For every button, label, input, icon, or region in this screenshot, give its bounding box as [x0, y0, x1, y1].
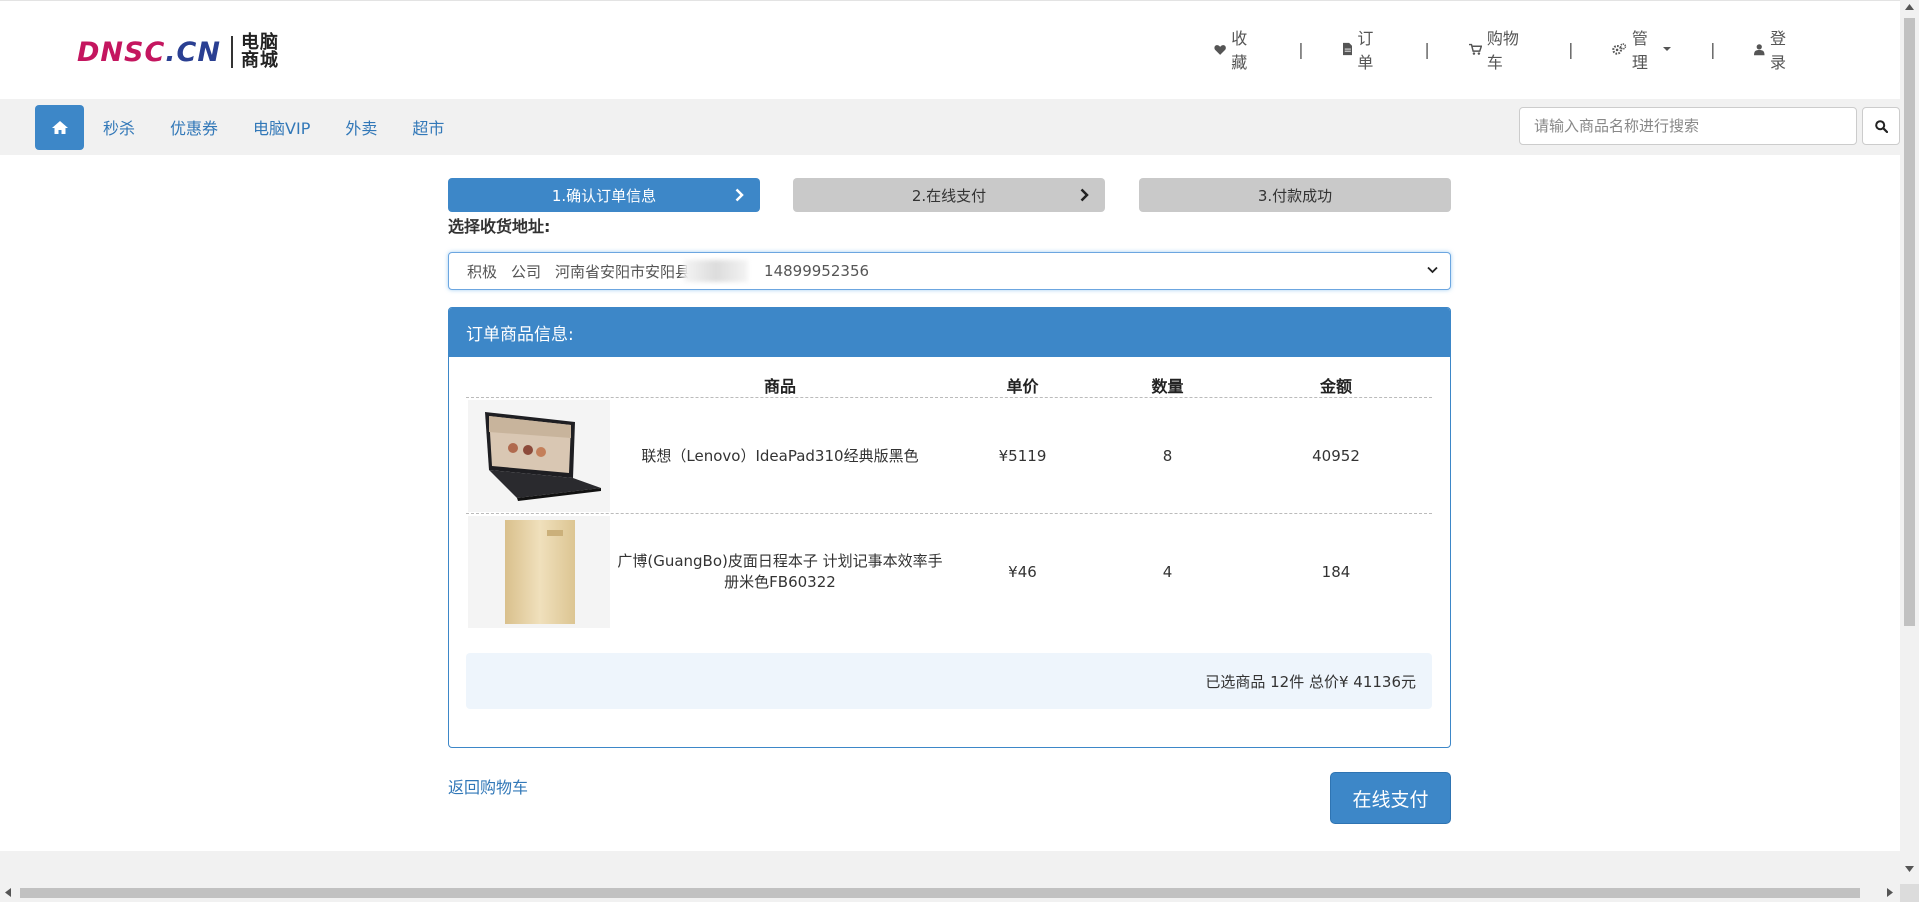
notebook-icon: [505, 520, 575, 624]
horizontal-scrollbar[interactable]: [0, 884, 1900, 902]
vertical-scroll-thumb[interactable]: [1904, 18, 1915, 626]
home-icon: [51, 121, 68, 134]
step-confirm-order: 1.确认订单信息: [448, 178, 760, 212]
search-button[interactable]: [1862, 107, 1900, 145]
logo-cn: 电脑 商城: [241, 34, 279, 70]
vertical-scrollbar[interactable]: [1900, 0, 1919, 884]
product-quantity: 4: [1162, 562, 1173, 581]
address-select[interactable]: 积极 公司 河南省安阳市安阳县 14899952356: [448, 252, 1451, 290]
favorites-link[interactable]: 收藏: [1214, 25, 1259, 73]
address-label: 选择收货地址:: [448, 217, 551, 236]
address-name: 积极: [467, 262, 498, 281]
site-logo[interactable]: DNSC.CN 电脑 商城: [77, 34, 279, 70]
page: DNSC.CN 电脑 商城 收藏 | 订单 | 购物车 | 管理 | 登录 秒杀…: [0, 0, 1900, 884]
logo-part2: .CN: [165, 36, 221, 68]
table-row: 联想（Lenovo）IdeaPad310经典版黑色 ¥5119 8 40952: [466, 398, 1432, 514]
cart-icon: [1468, 43, 1482, 55]
header-product: 商品: [763, 377, 796, 396]
step-label: 3.付款成功: [1257, 186, 1333, 205]
menu-item-coupons[interactable]: 优惠券: [170, 115, 218, 139]
top-nav: 收藏 | 订单 | 购物车 | 管理 | 登录: [1214, 29, 1900, 72]
manage-label: 管理: [1631, 29, 1648, 72]
product-quantity: 8: [1162, 446, 1173, 465]
checkout-steps: 1.确认订单信息 2.在线支付 3.付款成功: [448, 178, 1451, 212]
scrollbar-corner: [1900, 884, 1919, 902]
menu-item-pc-vip[interactable]: 电脑VIP: [253, 115, 310, 139]
chevron-down-icon: [1427, 266, 1438, 274]
header-quantity: 数量: [1151, 377, 1184, 396]
cart-label: 购物车: [1486, 29, 1519, 72]
cart-link[interactable]: 购物车: [1468, 25, 1529, 73]
header-price: 单价: [1006, 377, 1039, 396]
product-price: ¥5119: [998, 446, 1047, 465]
scroll-left-icon[interactable]: [5, 888, 11, 897]
orders-label: 订单: [1357, 29, 1374, 72]
orders-link[interactable]: 订单: [1342, 25, 1386, 73]
logo-divider: [230, 36, 233, 68]
table-header: 商品 单价 数量 金额: [466, 373, 1432, 398]
nav-separator: |: [1710, 39, 1716, 59]
file-icon: [1342, 42, 1353, 56]
favorites-label: 收藏: [1231, 29, 1248, 72]
user-icon: [1754, 43, 1765, 55]
product-name[interactable]: 联想（Lenovo）IdeaPad310经典版黑色: [610, 398, 950, 514]
home-button[interactable]: [35, 105, 84, 150]
order-summary: 已选商品 12件 总价¥ 41136元: [466, 653, 1432, 709]
panel-title: 订单商品信息:: [449, 308, 1450, 357]
address-location: 河南省安阳市安阳县: [555, 262, 691, 281]
menu-item-takeout[interactable]: 外卖: [345, 115, 377, 139]
caret-down-icon: [1663, 47, 1672, 51]
back-to-cart-link[interactable]: 返回购物车: [448, 774, 528, 798]
scroll-up-icon[interactable]: [1905, 4, 1914, 10]
nav-separator: |: [1568, 39, 1574, 59]
manage-dropdown[interactable]: 管理: [1612, 25, 1672, 73]
step-label: 1.确认订单信息: [551, 186, 657, 205]
gears-icon: [1612, 43, 1627, 55]
menu-bar: 秒杀 优惠券 电脑VIP 外卖 超市: [0, 99, 1900, 155]
search-icon: [1874, 119, 1888, 133]
product-image[interactable]: [468, 400, 610, 512]
product-amount: 40952: [1312, 446, 1360, 465]
search-input[interactable]: [1519, 107, 1857, 145]
logo-cn-line2: 商城: [240, 50, 279, 71]
login-link[interactable]: 登录: [1754, 25, 1798, 73]
scroll-down-icon[interactable]: [1905, 866, 1914, 872]
header-amount: 金额: [1319, 377, 1352, 396]
chevron-right-icon: [735, 188, 744, 202]
nav-separator: |: [1298, 39, 1304, 59]
pay-online-button[interactable]: 在线支付: [1330, 772, 1451, 824]
address-company: 公司: [511, 262, 542, 281]
heart-icon: [1214, 44, 1226, 55]
menu-item-supermarket[interactable]: 超市: [412, 115, 444, 139]
footer: [0, 851, 1900, 884]
product-name[interactable]: 广博(GuangBo)皮面日程本子 计划记事本效率手册米色FB60322: [610, 514, 950, 630]
logo-part1: DNSC: [77, 36, 166, 68]
header: DNSC.CN 电脑 商城 收藏 | 订单 | 购物车 | 管理 | 登录: [0, 1, 1900, 99]
menu-links: 秒杀 优惠券 电脑VIP 外卖 超市: [103, 99, 479, 155]
address-phone: 14899952356: [764, 262, 870, 280]
step-online-payment: 2.在线支付: [793, 178, 1105, 212]
redacted-area: [684, 260, 749, 282]
scroll-right-icon[interactable]: [1887, 888, 1893, 897]
order-items-panel: 订单商品信息: 商品 单价 数量 金额 联想（Lenovo）IdeaPad310…: [448, 307, 1451, 748]
laptop-icon: [485, 412, 601, 501]
logo-text: DNSC.CN: [77, 37, 221, 68]
step-label: 2.在线支付: [911, 186, 987, 205]
step-payment-success: 3.付款成功: [1139, 178, 1451, 212]
product-image[interactable]: [468, 516, 610, 628]
table-row: 广博(GuangBo)皮面日程本子 计划记事本效率手册米色FB60322 ¥46…: [466, 514, 1432, 630]
order-table: 商品 单价 数量 金额 联想（Lenovo）IdeaPad310经典版黑色 ¥5…: [466, 373, 1432, 630]
product-amount: 184: [1321, 562, 1351, 581]
horizontal-scroll-thumb[interactable]: [20, 888, 1860, 898]
chevron-right-icon: [1080, 188, 1089, 202]
login-label: 登录: [1769, 29, 1786, 72]
menu-item-seckill[interactable]: 秒杀: [103, 115, 135, 139]
nav-separator: |: [1424, 39, 1430, 59]
product-price: ¥46: [1008, 562, 1037, 581]
